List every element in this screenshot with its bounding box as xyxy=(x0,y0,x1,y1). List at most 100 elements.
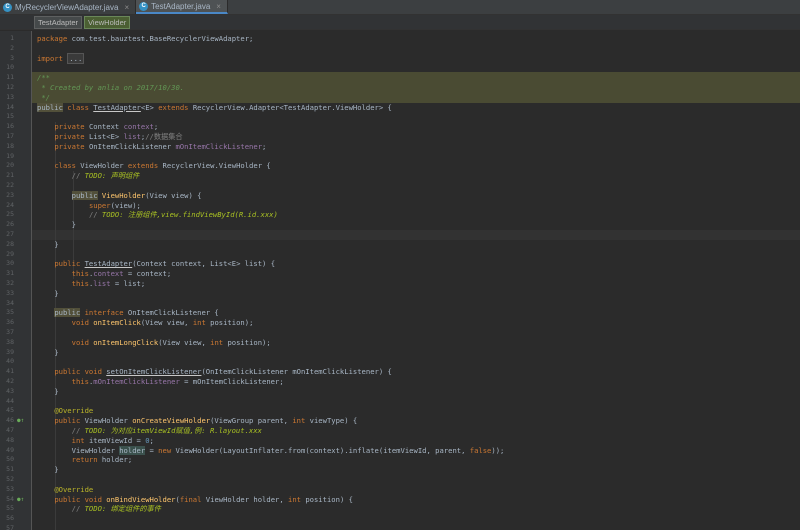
code-line[interactable]: } xyxy=(37,289,58,299)
code-token: (View view) { xyxy=(145,190,202,200)
code-line[interactable]: private List<E> list;//数据集合 xyxy=(37,132,183,142)
code-token: extends xyxy=(127,161,163,171)
code-token: <E> xyxy=(140,102,159,112)
code-line[interactable]: public interface OnItemClickListener { xyxy=(37,308,219,318)
tab-label: MyRecyclerViewAdapter.java xyxy=(15,2,119,12)
code-line[interactable]: int itemViewId = 0; xyxy=(37,436,154,446)
breadcrumb: TestAdapter ViewHolder xyxy=(0,15,800,30)
code-token: //数据集合 xyxy=(145,132,183,141)
code-line[interactable]: this.mOnItemClickListener = mOnItemClick… xyxy=(37,377,284,387)
code-line[interactable]: // TODO: 注册组件,view.findViewById(R.id.xxx… xyxy=(37,210,278,220)
code-line[interactable]: public ViewHolder onCreateViewHolder(Vie… xyxy=(37,416,357,426)
code-line[interactable]: private OnItemClickListener mOnItemClick… xyxy=(37,142,266,152)
code-line[interactable]: */ xyxy=(37,93,50,103)
code-token: } xyxy=(37,465,59,475)
code-token: ViewHolder xyxy=(37,445,120,455)
code-token: } xyxy=(37,347,59,357)
line-number: 56 xyxy=(6,514,14,523)
code-line[interactable]: void onItemClick(View view, int position… xyxy=(37,318,254,328)
code-line[interactable]: * Created by anlia on 2017/10/30. xyxy=(37,83,184,93)
code-token: = mOnItemClickListener; xyxy=(179,377,284,386)
code-line[interactable]: // TODO: 声明组件 xyxy=(37,171,140,181)
code-token: onCreateViewHolder xyxy=(132,416,211,426)
code-line[interactable]: @Override xyxy=(37,406,93,416)
editor-tab[interactable]: C MyRecyclerViewAdapter.java × xyxy=(0,0,137,14)
code-token: private xyxy=(54,122,89,132)
line-number: 13 xyxy=(6,92,14,101)
code-token: int xyxy=(71,435,89,445)
code-line[interactable]: public TestAdapter(Context context, List… xyxy=(37,259,275,269)
code-line[interactable]: // TODO: 为对应itemViewId赋值,例: R.layout.xxx xyxy=(37,426,262,436)
code-line[interactable]: package com.test.bauztest.BaseRecyclerVi… xyxy=(37,34,253,44)
code-line[interactable]: import ... xyxy=(37,52,85,64)
close-icon[interactable]: × xyxy=(216,2,221,11)
code-token: position) { xyxy=(305,494,353,504)
code-token: interface xyxy=(80,308,128,318)
line-number: 57 xyxy=(6,524,14,530)
code-token: Context xyxy=(88,122,124,132)
code-token: TODO: 绑定组件的事件 xyxy=(84,504,161,514)
code-line[interactable]: public void setOnItemClickListener(OnIte… xyxy=(37,367,392,377)
line-number: 33 xyxy=(6,288,14,297)
close-icon[interactable]: × xyxy=(124,3,129,12)
editor-tab[interactable]: C TestAdapter.java × xyxy=(136,0,228,14)
code-line[interactable]: private Context context; xyxy=(37,122,158,132)
code-line[interactable]: } xyxy=(37,347,59,358)
code-token: public xyxy=(54,259,85,269)
line-number: 35 xyxy=(6,308,14,317)
line-number: 23 xyxy=(6,190,14,199)
code-line[interactable]: this.list = list; xyxy=(37,279,146,289)
code-token: viewType) { xyxy=(309,416,358,426)
override-marker-icon[interactable]: ●↑ xyxy=(17,495,24,505)
override-marker-icon[interactable]: ●↑ xyxy=(17,416,24,426)
line-number: 24 xyxy=(6,200,14,209)
line-number: 34 xyxy=(6,298,14,307)
code-line[interactable]: @Override xyxy=(37,485,93,495)
code-line[interactable]: return holder; xyxy=(37,455,133,465)
line-number: 14 xyxy=(6,102,14,111)
line-number: 36 xyxy=(6,318,14,327)
code-line[interactable]: } xyxy=(37,465,59,475)
breadcrumb-item[interactable]: ViewHolder xyxy=(84,15,131,29)
code-token: import xyxy=(37,53,68,63)
code-token: public xyxy=(54,308,81,318)
code-line[interactable]: // TODO: 绑定组件的事件 xyxy=(37,504,161,514)
code-line[interactable]: public class TestAdapter<E> extends Recy… xyxy=(37,102,392,113)
code-line[interactable]: public ViewHolder(View view) { xyxy=(37,190,202,201)
code-token: @Override xyxy=(54,484,94,494)
code-token: @Override xyxy=(54,406,94,416)
code-token: list xyxy=(93,279,111,288)
code-token: = context; xyxy=(123,269,172,279)
code-token: = list; xyxy=(110,279,146,288)
line-number: 18 xyxy=(6,141,14,150)
code-line[interactable]: this.context = context; xyxy=(37,269,172,279)
line-number: 41 xyxy=(6,367,14,376)
code-line[interactable]: } xyxy=(37,220,76,230)
code-line[interactable]: class ViewHolder extends RecyclerView.Vi… xyxy=(37,161,271,171)
code-line[interactable]: } xyxy=(37,240,58,250)
breadcrumb-item[interactable]: TestAdapter xyxy=(34,15,83,29)
code-token: (View view, xyxy=(158,337,211,347)
code-token: itemViewId = xyxy=(88,435,146,445)
code-line[interactable]: public void onBindViewHolder(final ViewH… xyxy=(37,495,353,505)
code-line[interactable]: } xyxy=(37,387,58,397)
code-token: ... xyxy=(67,52,85,64)
code-line[interactable]: /** xyxy=(37,73,50,83)
code-token: public xyxy=(37,102,63,112)
code-line[interactable]: void onItemLongClick(View view, int posi… xyxy=(37,338,271,348)
code-token: // xyxy=(88,210,102,220)
code-line[interactable]: ViewHolder holder = new ViewHolder(Layou… xyxy=(37,445,504,456)
code-token: final xyxy=(179,494,206,504)
code-token: RecyclerView.ViewHolder { xyxy=(162,161,271,171)
code-token: class xyxy=(54,161,81,171)
line-number: 22 xyxy=(6,181,14,189)
code-line[interactable]: super(view); xyxy=(37,201,141,211)
code-token: (Context context, List<E> list) { xyxy=(132,259,276,269)
